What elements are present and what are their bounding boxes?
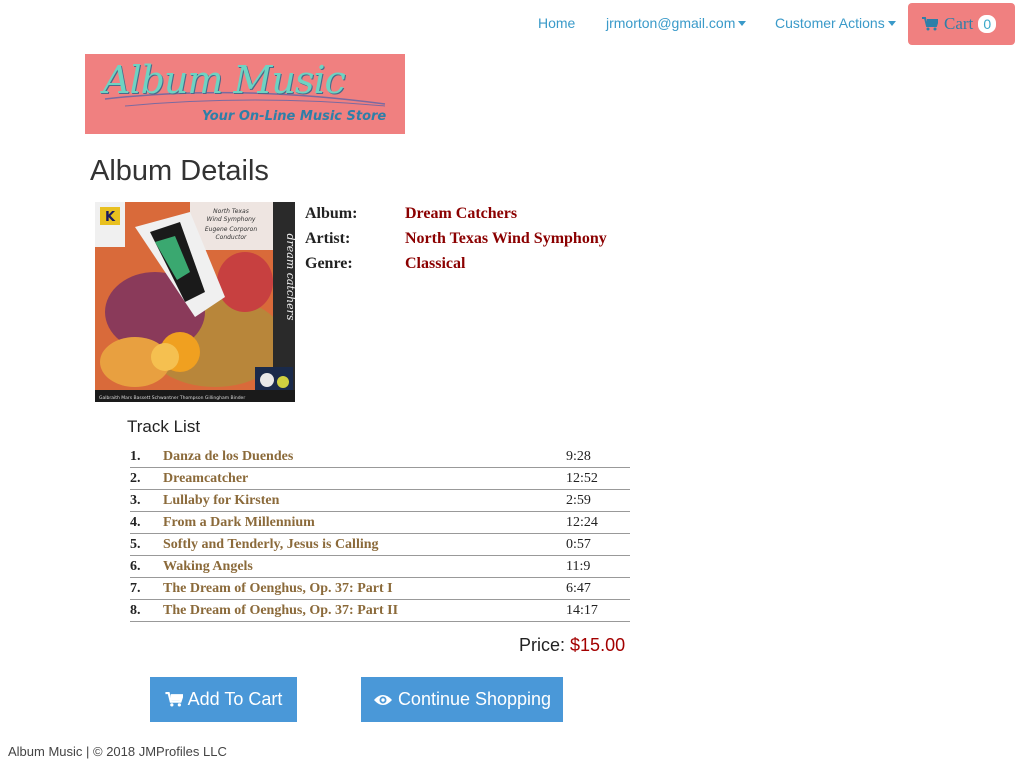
price-value: $15.00 — [570, 635, 626, 655]
track-duration: 14:17 — [566, 602, 598, 618]
nav-user-dropdown[interactable]: jrmorton@gmail.com — [606, 15, 747, 31]
cover-text-1: North Texas — [213, 208, 249, 215]
track-number: 7. — [130, 580, 141, 596]
price-display: Price: $15.00 — [519, 635, 625, 656]
eye-icon — [373, 694, 392, 705]
track-row: 4. From a Dark Millennium 12:24 — [130, 512, 630, 534]
cart-count-badge: 0 — [978, 15, 997, 33]
track-row: 2. Dreamcatcher 12:52 — [130, 468, 630, 490]
track-name: The Dream of Oenghus, Op. 37: Part I — [163, 580, 393, 596]
cart-button[interactable]: Cart 0 — [908, 3, 1015, 45]
nav-user-label: jrmorton@gmail.com — [606, 15, 736, 31]
top-navbar: Home jrmorton@gmail.com Customer Actions… — [0, 0, 1020, 46]
site-logo[interactable]: Album Music Your On-Line Music Store — [85, 54, 405, 134]
artist-value: North Texas Wind Symphony — [405, 230, 607, 247]
track-name: Waking Angels — [163, 558, 253, 574]
artist-label: Artist: — [305, 230, 351, 247]
track-duration: 12:52 — [566, 470, 598, 486]
track-number: 8. — [130, 602, 141, 618]
page-title: Album Details — [90, 155, 269, 187]
genre-label: Genre: — [305, 255, 353, 272]
track-row: 3. Lullaby for Kirsten 2:59 — [130, 490, 630, 512]
logo-subtitle: Your On-Line Music Store — [202, 109, 387, 124]
cover-footer-text: Galbraith Mars Bassett Schwantner Thomps… — [99, 395, 245, 401]
album-row: Album: Dream Catchers — [305, 205, 607, 230]
genre-value: Classical — [405, 255, 466, 272]
track-row: 5. Softly and Tenderly, Jesus is Calling 0… — [130, 534, 630, 556]
cover-spine-text: dream catchers — [284, 233, 295, 320]
cart-label: Cart — [944, 14, 974, 33]
artist-row: Artist: North Texas Wind Symphony — [305, 230, 607, 255]
add-to-cart-label: Add To Cart — [187, 689, 283, 709]
cover-text-4: Conductor — [215, 234, 247, 241]
track-number: 4. — [130, 514, 141, 530]
footer-copyright: Album Music | © 2018 JMProfiles LLC — [8, 744, 227, 759]
track-duration: 0:57 — [566, 536, 591, 552]
track-number: 1. — [130, 448, 141, 464]
price-label: Price: — [519, 635, 566, 655]
track-row: 6. Waking Angels 11:9 — [130, 556, 630, 578]
track-duration: 9:28 — [566, 448, 591, 464]
album-value: Dream Catchers — [405, 205, 518, 222]
track-list-heading: Track List — [127, 417, 201, 436]
track-name: From a Dark Millennium — [163, 514, 315, 530]
track-name: Dreamcatcher — [163, 470, 249, 486]
chevron-down-icon — [738, 21, 747, 26]
shopping-cart-icon — [922, 17, 938, 31]
genre-row: Genre: Classical — [305, 255, 607, 280]
track-row: 1. Danza de los Duendes 9:28 — [130, 446, 630, 468]
track-duration: 12:24 — [566, 514, 598, 530]
nav-actions-label: Customer Actions — [775, 15, 885, 31]
track-name: Lullaby for Kirsten — [163, 492, 280, 508]
track-list: 1. Danza de los Duendes 9:28 2. Dreamcatche… — [130, 446, 630, 622]
track-row: 8. The Dream of Oenghus, Op. 37: Part II 1… — [130, 600, 630, 622]
album-details: Album: Dream Catchers Artist: North Texa… — [305, 205, 607, 280]
cover-text-2: Wind Symphony — [207, 216, 256, 223]
track-number: 5. — [130, 536, 141, 552]
continue-shopping-button[interactable]: Continue Shopping — [361, 677, 563, 722]
nav-home-link[interactable]: Home — [538, 15, 575, 31]
track-number: 2. — [130, 470, 141, 486]
track-row: 7. The Dream of Oenghus, Op. 37: Part I 6:… — [130, 578, 630, 600]
track-duration: 2:59 — [566, 492, 591, 508]
album-cover-image: K North Texas Wind Symphony Eugene Corpo… — [95, 202, 295, 402]
svg-text:K: K — [105, 210, 116, 225]
track-number: 3. — [130, 492, 141, 508]
track-duration: 6:47 — [566, 580, 591, 596]
track-duration: 11:9 — [566, 558, 591, 574]
track-name: The Dream of Oenghus, Op. 37: Part II — [163, 602, 399, 618]
chevron-down-icon — [887, 21, 896, 26]
logo-title: Album Music — [103, 58, 346, 102]
add-to-cart-button[interactable]: Add To Cart — [150, 677, 297, 722]
track-name: Softly and Tenderly, Jesus is Calling — [163, 536, 379, 552]
track-name: Danza de los Duendes — [163, 448, 294, 464]
cover-text-3: Eugene Corporon — [205, 226, 257, 233]
shopping-cart-icon — [165, 692, 183, 707]
nav-customer-actions-dropdown[interactable]: Customer Actions — [775, 15, 896, 31]
continue-shopping-label: Continue Shopping — [397, 689, 552, 709]
album-label: Album: — [305, 205, 358, 222]
track-number: 6. — [130, 558, 141, 574]
